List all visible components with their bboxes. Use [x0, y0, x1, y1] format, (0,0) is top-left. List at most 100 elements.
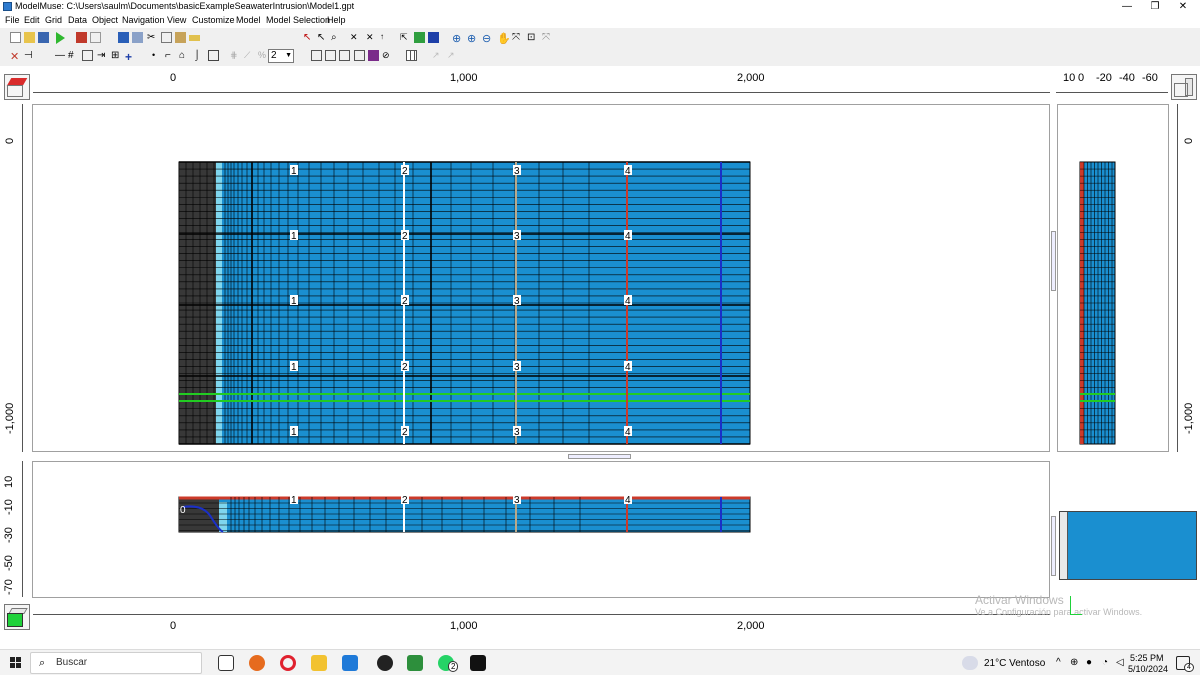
color-grid-icon[interactable] — [368, 50, 379, 61]
menu-data[interactable]: Data — [68, 15, 87, 25]
undo-icon[interactable] — [132, 32, 143, 43]
obs-icon[interactable] — [377, 655, 393, 671]
side-model-grid — [1079, 161, 1116, 445]
volume-icon[interactable]: ◁ — [1116, 657, 1124, 668]
info-icon[interactable] — [428, 32, 439, 43]
side-view-cube-icon[interactable] — [1171, 74, 1197, 100]
security-icon[interactable]: ⊕ — [1070, 657, 1078, 668]
zoom-in-icon[interactable]: ⊕ — [452, 32, 463, 45]
show-front-icon[interactable] — [325, 50, 336, 61]
grid-tool-icon[interactable]: ✕ — [350, 32, 361, 43]
copy-window-icon[interactable] — [118, 32, 129, 43]
cross-section-icon[interactable]: ↗ — [432, 50, 443, 61]
add-point-icon[interactable]: + — [125, 50, 136, 64]
export-icon[interactable] — [76, 32, 87, 43]
front-view-cube-icon[interactable] — [4, 604, 30, 630]
new-file-icon[interactable] — [10, 32, 21, 43]
paste-icon[interactable] — [175, 32, 186, 43]
top-view-cube-icon[interactable] — [4, 74, 30, 100]
side-ruler-label: -60 — [1142, 72, 1158, 84]
move-grid-icon[interactable]: ⇥ — [97, 50, 108, 61]
copy-icon[interactable] — [161, 32, 172, 43]
run-model-icon[interactable] — [56, 32, 65, 44]
restore-view-icon[interactable]: ⊡ — [527, 32, 538, 43]
delete-icon[interactable]: ✕ — [10, 50, 21, 63]
top-view-panel[interactable]: 1 2 3 4 1 2 3 4 1 2 3 4 1 2 3 4 1 2 3 4 — [32, 104, 1050, 452]
plot-icon[interactable] — [90, 32, 101, 43]
select-vertex-icon[interactable]: ↖ — [317, 32, 328, 43]
firefox-icon[interactable] — [249, 655, 265, 671]
menu-edit[interactable]: Edit — [24, 15, 40, 25]
front-y-label: -50 — [3, 555, 15, 571]
layer-select[interactable]: 2 ▼ — [268, 49, 294, 63]
open-folder-icon[interactable] — [24, 32, 35, 43]
grid-tool2-icon[interactable]: ✕ — [366, 32, 377, 43]
show-3d-icon[interactable] — [354, 50, 365, 61]
side-view-panel[interactable] — [1057, 104, 1169, 452]
show-top-icon[interactable] — [311, 50, 322, 61]
menu-model-selection[interactable]: Model Selection — [266, 15, 330, 25]
smooth-grid-icon[interactable]: ⊞ — [111, 50, 122, 61]
front-view-panel[interactable]: 0 1 2 3 4 — [32, 461, 1050, 598]
task-view-icon[interactable] — [218, 655, 234, 671]
menu-customize[interactable]: Customize — [192, 15, 235, 25]
tray-expand-icon[interactable]: ^ — [1056, 657, 1061, 668]
polygon-object-icon[interactable]: ⌂ — [179, 50, 190, 61]
pointer-icon[interactable]: ⇱ — [400, 32, 411, 43]
curve-object-icon[interactable]: ⌡ — [194, 50, 205, 61]
zoom-extents-icon[interactable]: ⤧ — [512, 32, 523, 43]
menu-grid[interactable]: Grid — [45, 15, 62, 25]
subdivide-icon[interactable] — [82, 50, 93, 61]
taskbar-search[interactable]: ⌕ Buscar — [30, 652, 202, 674]
rectangle-object-icon[interactable] — [208, 50, 219, 61]
add-row-icon[interactable]: — — [55, 50, 66, 61]
microphone-icon[interactable]: ● — [1086, 657, 1092, 668]
opera-icon[interactable] — [280, 655, 296, 671]
add-column-icon[interactable]: ⊣ — [24, 50, 35, 61]
clock-time[interactable]: 5:25 PM — [1130, 653, 1164, 663]
wifi-icon[interactable]: ◔ — [1102, 657, 1108, 668]
grid-spacing-icon[interactable]: # — [68, 50, 79, 61]
edit-vertex-icon[interactable]: ⟋ — [244, 50, 255, 61]
zoom-out-icon[interactable]: ⊕ — [467, 32, 478, 45]
cross-section2-icon[interactable]: ↗ — [447, 50, 458, 61]
point-object-icon[interactable]: • — [152, 50, 163, 61]
whatsapp-icon[interactable]: 2 — [438, 655, 459, 672]
zoom-icon[interactable]: ⊖ — [482, 32, 493, 45]
clock-date[interactable]: 5/10/2024 — [1128, 664, 1168, 674]
search-placeholder: Buscar — [56, 657, 88, 668]
menu-model[interactable]: Model — [236, 15, 261, 25]
weather-text[interactable]: 21°C Ventoso — [984, 658, 1045, 669]
lasso-icon[interactable]: ⌕ — [331, 32, 342, 43]
grid-label-icon[interactable]: ↑ — [380, 32, 391, 43]
rotate-icon[interactable]: ⤧ — [542, 32, 553, 43]
menu-navigation[interactable]: Navigation — [122, 15, 165, 25]
vertex-tool-icon[interactable]: ⋕ — [230, 50, 241, 61]
save-icon[interactable] — [38, 32, 49, 43]
vscode-icon[interactable] — [342, 655, 358, 671]
file-explorer-icon[interactable] — [311, 655, 327, 671]
windows-start-icon[interactable] — [10, 657, 21, 668]
menu-view[interactable]: View — [167, 15, 186, 25]
grid-display-icon[interactable] — [406, 50, 417, 61]
select-arrow-icon[interactable]: ↖ — [303, 32, 314, 43]
notification-icon[interactable]: 4 — [1176, 656, 1194, 672]
line-object-icon[interactable]: ⌐ — [165, 50, 176, 61]
ruler-icon[interactable] — [189, 35, 200, 41]
pan-icon[interactable]: ✋ — [497, 32, 511, 45]
3d-view-panel[interactable] — [1059, 511, 1197, 580]
menu-help[interactable]: Help — [327, 15, 346, 25]
contour-icon[interactable]: ⊘ — [382, 50, 393, 61]
front-splitter-handle[interactable] — [1051, 516, 1056, 576]
grid-color-icon[interactable] — [414, 32, 425, 43]
show-side-icon[interactable] — [339, 50, 350, 61]
menu-file[interactable]: File — [5, 15, 20, 25]
horizontal-splitter[interactable] — [568, 454, 631, 459]
close-button[interactable]: ✕ — [1166, 0, 1200, 14]
weather-icon[interactable] — [962, 656, 978, 670]
modelmuse-taskbar-icon[interactable] — [407, 655, 423, 671]
menu-object[interactable]: Object — [92, 15, 118, 25]
terminal-icon[interactable] — [470, 655, 486, 671]
splitter-handle[interactable] — [1051, 231, 1056, 291]
cut-icon[interactable]: ✂ — [147, 32, 158, 43]
